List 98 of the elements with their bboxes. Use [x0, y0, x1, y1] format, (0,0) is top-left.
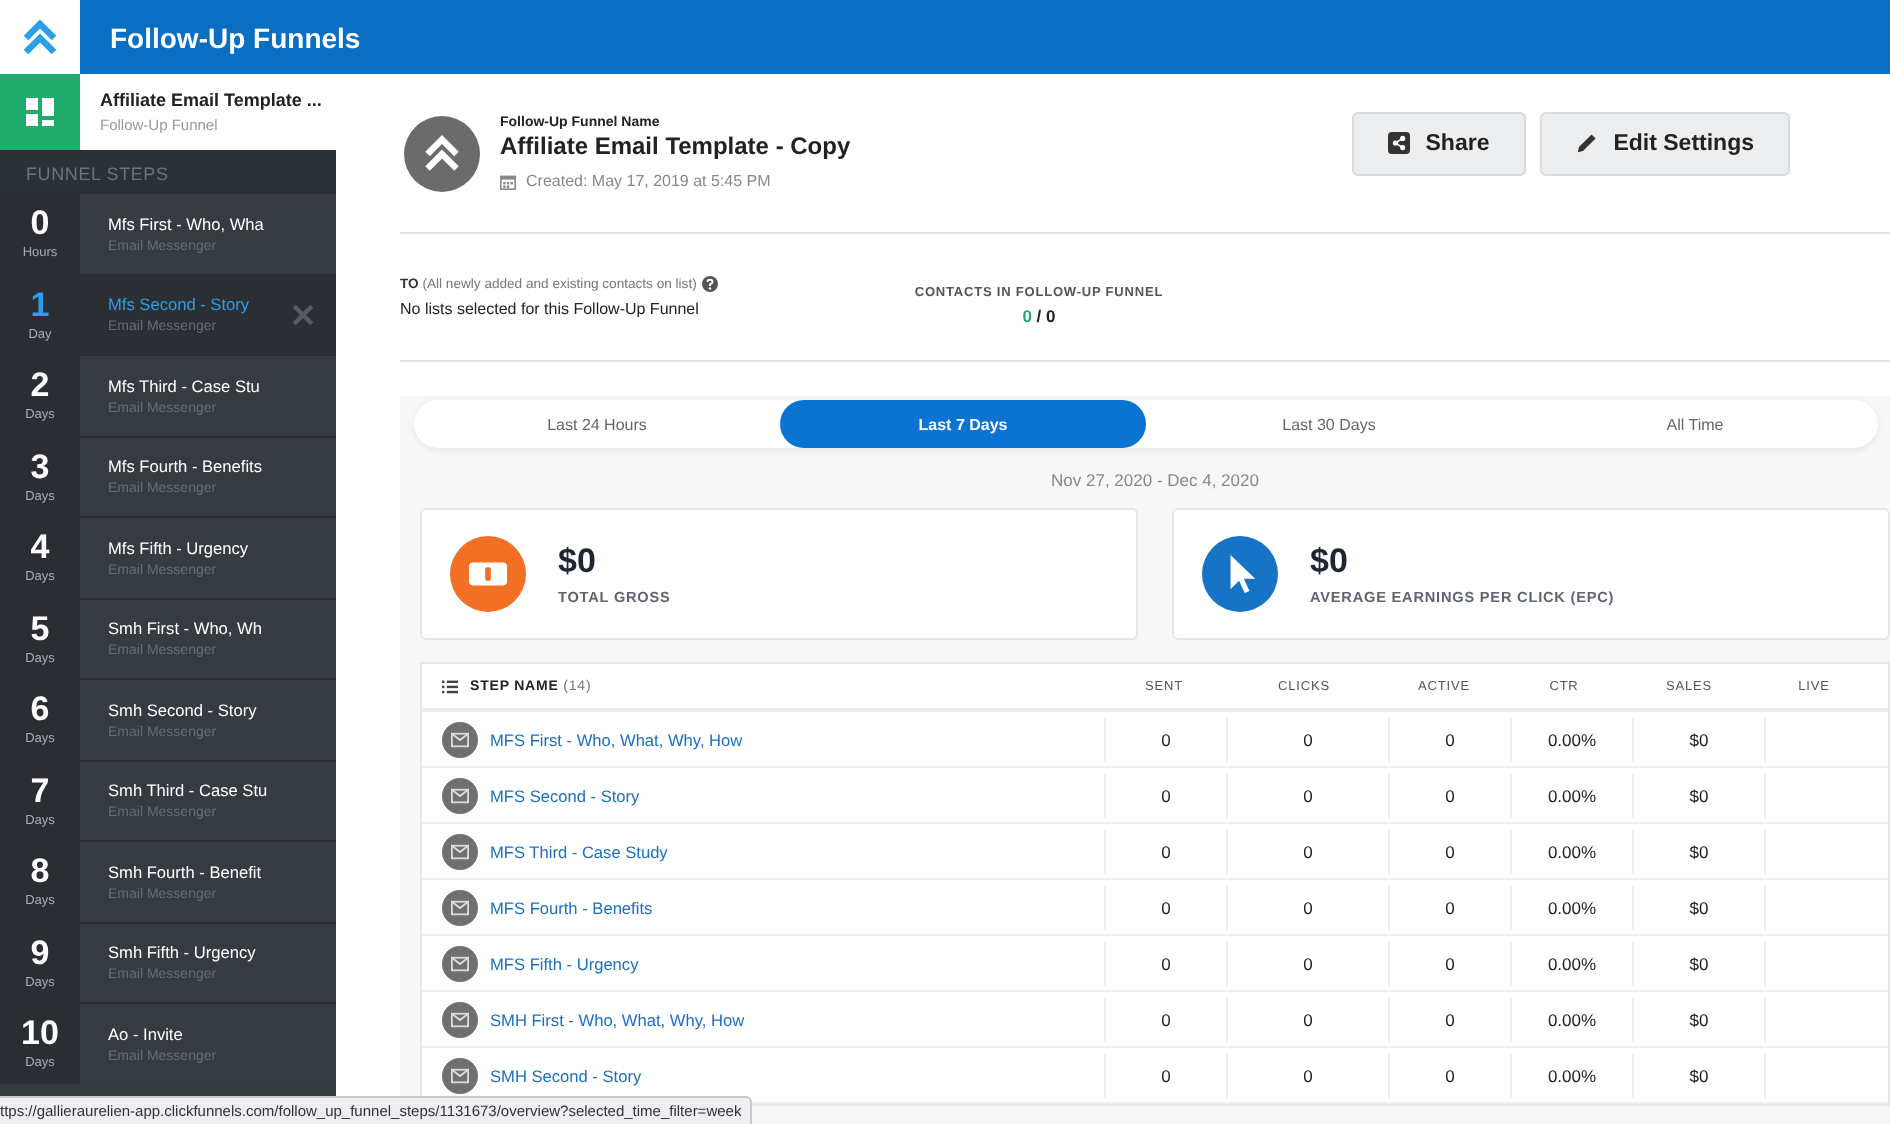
email-icon [442, 889, 478, 925]
delay-number: 10 [21, 1016, 59, 1053]
table-cell: 0 [1303, 1009, 1313, 1029]
table-cell: 0 [1445, 1009, 1455, 1029]
step-title: Mfs Fourth - Benefits [108, 456, 263, 477]
table-cell: 0 [1161, 953, 1171, 973]
table-cell: $0 [1689, 785, 1709, 805]
table-cell: $0 [1689, 953, 1709, 973]
table-cell: $0 [1689, 1065, 1709, 1085]
table-cell: 0 [1303, 785, 1313, 805]
time-filter-tab[interactable]: Last 30 Days [1146, 400, 1512, 448]
dashboard-icon [26, 98, 54, 126]
step-title: Smh First - Who, Wh [108, 618, 262, 639]
step-title: Smh Third - Case Stu [108, 780, 268, 801]
step-title: Smh Second - Story [108, 699, 257, 720]
table-cell: 0.00% [1547, 841, 1597, 861]
calendar-icon [500, 173, 516, 189]
share-button[interactable]: Share [1351, 111, 1526, 175]
email-icon [442, 1001, 478, 1037]
table-cell: 0.00% [1547, 729, 1597, 749]
step-title: Mfs Third - Case Stu [108, 375, 260, 396]
table-cell: 0 [1445, 785, 1455, 805]
delay-number: 7 [30, 773, 50, 810]
step-link[interactable]: MFS Fifth - Urgency [490, 953, 639, 973]
table-cell: $0 [1689, 729, 1709, 749]
table-cell: $0 [1689, 1009, 1709, 1029]
delay-number: 5 [30, 611, 50, 648]
table-cell: 0.00% [1547, 897, 1597, 917]
table-cell: 0 [1445, 1065, 1455, 1085]
close-icon[interactable] [292, 303, 314, 325]
time-filter-tab[interactable]: Last 24 Hours [414, 400, 780, 448]
delay-number: 9 [30, 935, 50, 972]
delay-number: 6 [30, 692, 50, 729]
table-cell: 0 [1445, 897, 1455, 917]
stat-value: $0 [558, 542, 598, 582]
table-cell: 0 [1161, 729, 1171, 749]
money-icon [450, 536, 526, 612]
step-title: Mfs Second - Story [108, 294, 250, 315]
step-title: Ao - Invite [108, 1023, 185, 1044]
step-title: Smh Fifth - Urgency [108, 942, 256, 963]
funnel-name: Affiliate Email Template ... [100, 90, 322, 110]
list-icon [442, 679, 458, 693]
table-cell: 0 [1161, 1065, 1171, 1085]
email-icon [442, 777, 478, 813]
table-cell: 0 [1303, 953, 1313, 973]
delay-number: 8 [30, 854, 50, 891]
logo-icon[interactable] [20, 17, 60, 57]
table-cell: 0.00% [1547, 1009, 1597, 1029]
step-link[interactable]: MFS Second - Story [490, 785, 640, 805]
table-cell: 0 [1445, 729, 1455, 749]
table-cell: 0 [1303, 1065, 1313, 1085]
cursor-icon [1202, 536, 1278, 612]
step-link[interactable]: MFS Fourth - Benefits [490, 897, 653, 917]
share-icon [1387, 132, 1410, 154]
recipients-value: No lists selected for this Follow-Up Funnel [400, 300, 701, 318]
stat-value: $0 [1310, 542, 1350, 582]
email-icon [442, 833, 478, 869]
contacts-count: 0 / 0 [1022, 305, 1056, 325]
step-title: Mfs Fifth - Urgency [108, 537, 249, 558]
table-cell: 0 [1161, 897, 1171, 917]
table-cell: 0.00% [1547, 1065, 1597, 1085]
table-cell: 0 [1161, 1009, 1171, 1029]
step-link[interactable]: SMH Second - Story [490, 1065, 642, 1085]
step-title: Smh Fourth - Benefit [108, 861, 262, 882]
table-cell: 0 [1303, 729, 1313, 749]
help-icon[interactable] [702, 276, 719, 292]
table-cell: 0 [1161, 841, 1171, 861]
delay-number: 3 [30, 449, 50, 486]
funnel-icon [404, 115, 480, 191]
table-cell: 0 [1161, 785, 1171, 805]
table-cell: 0.00% [1547, 785, 1597, 805]
pencil-icon [1575, 132, 1598, 154]
delay-number: 4 [30, 530, 50, 567]
step-link[interactable]: MFS First - Who, What, Why, How [490, 729, 743, 749]
email-icon [442, 1057, 478, 1093]
step-link[interactable]: SMH First - Who, What, Why, How [490, 1009, 745, 1029]
delay-number: 0 [30, 206, 50, 243]
created-date: Created: May 17, 2019 at 5:45 PM [526, 172, 771, 190]
date-range: Nov 27, 2020 - Dec 4, 2020 [1049, 470, 1261, 490]
table-cell: 0 [1303, 841, 1313, 861]
time-filter-tab[interactable]: Last 7 Days [780, 400, 1146, 448]
table-cell: 0 [1445, 841, 1455, 861]
table-cell: 0 [1303, 897, 1313, 917]
email-icon [442, 945, 478, 981]
step-link[interactable]: MFS Third - Case Study [490, 841, 668, 861]
funnel-title: Affiliate Email Template - Copy [500, 132, 851, 160]
time-filter-tab[interactable]: All Time [1512, 400, 1878, 448]
table-cell: 0.00% [1547, 953, 1597, 973]
table-cell: $0 [1689, 841, 1709, 861]
section-heading: FUNNEL STEPS [0, 150, 336, 192]
table-cell: 0 [1445, 953, 1455, 973]
table-cell: $0 [1689, 897, 1709, 917]
step-title: Mfs First - Who, Wha [108, 213, 264, 234]
delay-number: 2 [30, 368, 50, 405]
edit-settings-button[interactable]: Edit Settings [1539, 111, 1790, 175]
app-title: Follow-Up Funnels [110, 21, 361, 53]
email-icon [442, 721, 478, 757]
delay-number: 1 [30, 287, 50, 324]
